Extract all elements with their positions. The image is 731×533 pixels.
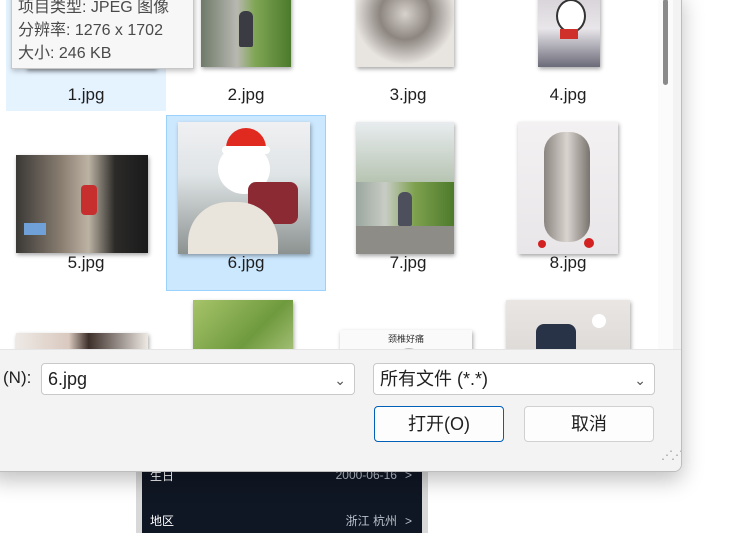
chevron-down-icon[interactable]: ⌄ (634, 365, 646, 395)
cancel-button[interactable]: 取消 (524, 406, 654, 442)
file-thumbnail (356, 0, 454, 67)
file-tile-selected[interactable]: 6.jpg (166, 115, 326, 291)
file-tile[interactable] (488, 296, 648, 349)
tooltip-resolution: 分辨率: 1276 x 1702 (18, 22, 163, 39)
file-tile[interactable] (6, 296, 166, 349)
filename-combobox[interactable]: 6.jpg ⌄ (41, 363, 355, 395)
file-name: 5.jpg (67, 253, 105, 272)
file-thumbnail (16, 333, 148, 349)
resize-grip-icon[interactable]: ⋰⋰ (661, 448, 681, 462)
file-tile[interactable]: 颈椎好痛 (328, 296, 488, 349)
region-label: 地区 (150, 513, 175, 528)
file-name: 3.jpg (389, 85, 427, 104)
filetype-value: 所有文件 (*.*) (380, 369, 488, 389)
file-name: 7.jpg (389, 253, 427, 272)
file-name: 6.jpg (227, 253, 265, 272)
file-name: 1.jpg (67, 85, 105, 104)
filename-label: (N): (3, 368, 32, 387)
region-value: 浙江 杭州 (345, 513, 397, 528)
tooltip-size: 大小: 246 KB (18, 45, 112, 62)
profile-row-region[interactable]: 地区 浙江 杭州 > (150, 510, 412, 530)
file-tile[interactable]: 4.jpg (488, 0, 648, 111)
open-button[interactable]: 打开(O) (374, 406, 504, 442)
thumbnail-caption: 颈椎好痛 (387, 334, 424, 344)
file-thumbnail (16, 155, 148, 253)
file-thumbnail (178, 122, 310, 254)
file-tile[interactable]: 7.jpg (328, 116, 488, 291)
file-thumbnail (356, 122, 454, 254)
tooltip-type: 项目类型: JPEG 图像 (18, 0, 170, 16)
chevron-down-icon[interactable]: ⌄ (334, 365, 346, 395)
file-thumbnail: 颈椎好痛 (340, 330, 472, 349)
file-tile[interactable]: 5.jpg (6, 116, 166, 291)
file-thumbnail (538, 0, 600, 67)
file-thumbnail (193, 300, 293, 349)
file-info-tooltip: 项目类型: JPEG 图像 分辨率: 1276 x 1702 大小: 246 K… (11, 0, 194, 69)
file-tile[interactable]: 3.jpg (328, 0, 488, 111)
chevron-right-icon: > (404, 513, 412, 528)
scrollbar-thumb[interactable] (663, 0, 668, 85)
file-tile[interactable] (166, 296, 326, 349)
file-name: 2.jpg (227, 85, 265, 104)
file-thumbnail (201, 0, 291, 67)
file-thumbnail (506, 300, 630, 349)
vertical-scrollbar[interactable] (658, 0, 673, 349)
file-name: 4.jpg (549, 85, 587, 104)
file-grid[interactable]: 1.jpg 2.jpg 3.jpg 4.jpg 5.jpg 6.jpg 7.jp… (0, 0, 658, 349)
filetype-select[interactable]: 所有文件 (*.*) ⌄ (373, 363, 655, 395)
file-thumbnail (518, 122, 618, 254)
file-tile[interactable]: 8.jpg (488, 116, 648, 291)
dialog-footer: (N): 6.jpg ⌄ 所有文件 (*.*) ⌄ 打开(O) 取消 ⋰⋰ (0, 349, 681, 471)
file-name: 8.jpg (549, 253, 587, 272)
file-open-dialog: 1.jpg 2.jpg 3.jpg 4.jpg 5.jpg 6.jpg 7.jp… (0, 0, 682, 472)
filename-value: 6.jpg (48, 369, 88, 389)
